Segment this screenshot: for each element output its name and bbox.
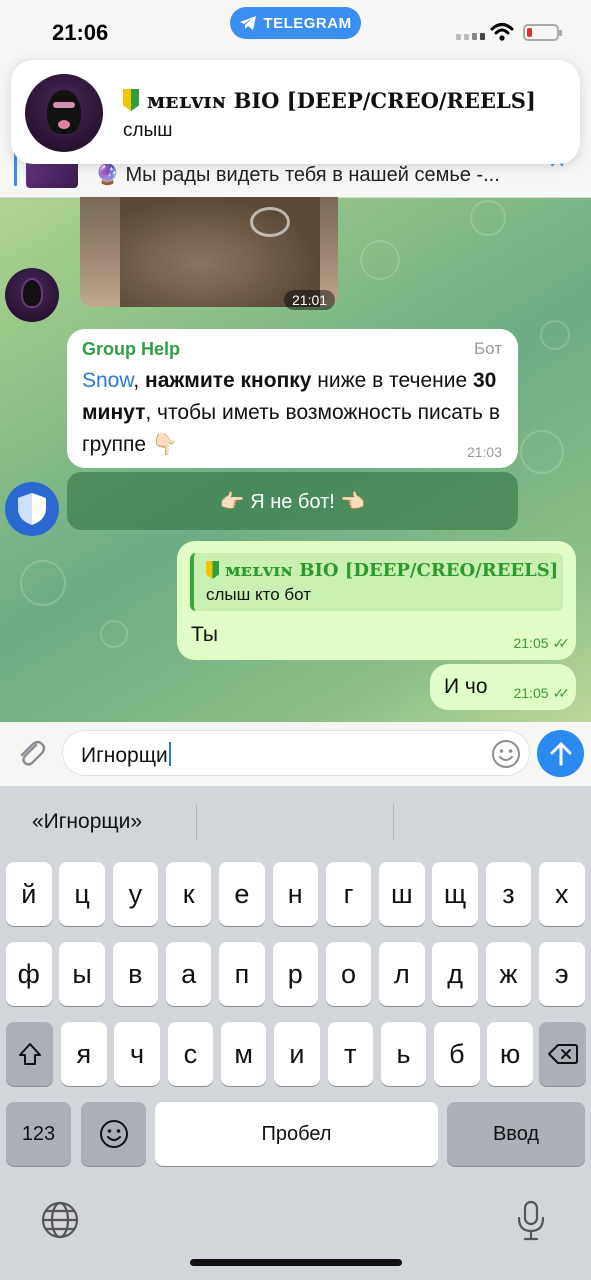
key-3-row3[interactable]: с	[167, 1022, 214, 1086]
ios-keyboard: «Игнорщи» 123 Пробел Ввод йцукенгшщзх ф ы…	[0, 786, 591, 1280]
key-7-row2[interactable]: о	[325, 942, 372, 1006]
telegram-icon	[240, 16, 257, 30]
return-key[interactable]: Ввод	[447, 1102, 585, 1166]
telegram-pill-label: TELEGRAM	[263, 14, 352, 32]
reply-quote[interactable]: ᴍᴇʟᴠɪɴ BIO [DEEP/CREO/REELS] слыш кто бо…	[190, 553, 563, 611]
key-11-row2[interactable]: э	[539, 942, 585, 1006]
beginner-badge-icon	[123, 89, 139, 111]
beginner-badge-icon	[206, 561, 219, 579]
key-6-row2[interactable]: р	[272, 942, 318, 1006]
not-a-bot-button[interactable]: 👉🏻 Я не бот! 👈🏻	[67, 472, 518, 530]
key-2-row3[interactable]: ч	[114, 1022, 160, 1086]
key-5-row1[interactable]: е	[219, 862, 265, 926]
emoji-keyboard-key[interactable]	[81, 1102, 146, 1166]
arrow-up-icon	[550, 742, 571, 765]
telegram-pill[interactable]: TELEGRAM	[230, 7, 361, 39]
backspace-key[interactable]	[539, 1022, 586, 1086]
key-3-row2[interactable]: в	[112, 942, 159, 1006]
key-7-row3[interactable]: ь	[380, 1022, 427, 1086]
paperclip-icon[interactable]	[14, 736, 48, 770]
key-9-row3[interactable]: ю	[487, 1022, 533, 1086]
key-11-row1[interactable]: х	[539, 862, 585, 926]
key-10-row2[interactable]: ж	[485, 942, 532, 1006]
message-input-value: Игнорщи	[81, 744, 168, 767]
key-7-row1[interactable]: г	[325, 862, 372, 926]
suggestion-bar: «Игнорщи»	[0, 786, 591, 858]
user-mention[interactable]: Snow	[82, 369, 133, 392]
text-caret	[168, 742, 171, 766]
key-6-row3[interactable]: т	[327, 1022, 373, 1086]
backspace-icon	[547, 1044, 578, 1064]
telegram-chat-screen: 🔮 Мы рады видеть тебя в нашей семье -...…	[0, 0, 591, 1280]
suggestion-item[interactable]: «Игнорщи»	[32, 810, 142, 834]
bot-message-bubble[interactable]: Group Help Бот Snow, нажмите кнопку ниже…	[67, 329, 518, 468]
notification-banner[interactable]: ᴍᴇʟᴠɪɴ BIO [DEEP/CREO/REELS] слыш	[11, 60, 580, 164]
key-8-row2[interactable]: л	[379, 942, 425, 1006]
key-4-row2[interactable]: а	[165, 942, 212, 1006]
key-1-row1[interactable]: й	[6, 862, 52, 926]
key-9-row1[interactable]: щ	[432, 862, 478, 926]
bot-sender-name[interactable]: Group Help	[82, 339, 180, 360]
battery-icon	[523, 24, 562, 41]
status-time: 21:06	[52, 20, 109, 45]
read-check-icon: ✓✓	[552, 635, 571, 651]
numbers-key[interactable]: 123	[6, 1102, 71, 1166]
key-5-row3[interactable]: и	[274, 1022, 320, 1086]
message-input[interactable]: Игнорщи	[62, 730, 530, 776]
notification-title: ᴍᴇʟᴠɪɴ BIO [DEEP/CREO/REELS]	[123, 88, 536, 113]
shift-icon	[18, 1043, 41, 1065]
globe-icon[interactable]	[40, 1200, 80, 1240]
home-indicator	[190, 1259, 402, 1266]
key-4-row3[interactable]: м	[220, 1022, 267, 1086]
reply-sender: ᴍᴇʟᴠɪɴ BIO [DEEP/CREO/REELS]	[206, 560, 558, 581]
outgoing-message-bubble[interactable]: И чо 21:05 ✓✓	[430, 664, 576, 710]
message-timestamp: 21:05 ✓✓	[513, 685, 571, 701]
key-10-row1[interactable]: з	[485, 862, 532, 926]
read-check-icon: ✓✓	[552, 685, 571, 701]
outgoing-message-bubble[interactable]: ᴍᴇʟᴠɪɴ BIO [DEEP/CREO/REELS] слыш кто бо…	[177, 541, 576, 660]
pinned-text: 🔮 Мы рады видеть тебя в нашей семье -...	[95, 164, 500, 186]
wifi-icon	[490, 23, 514, 41]
microphone-icon[interactable]	[516, 1200, 546, 1242]
notification-sender: ᴍᴇʟᴠɪɴ BIO [DEEP/CREO/REELS]	[147, 88, 536, 113]
key-2-row1[interactable]: ц	[59, 862, 105, 926]
shift-key[interactable]	[6, 1022, 53, 1086]
space-key[interactable]: Пробел	[155, 1102, 438, 1166]
key-8-row3[interactable]: б	[434, 1022, 480, 1086]
shield-icon	[18, 493, 46, 525]
emoji-icon	[99, 1120, 128, 1148]
notification-body: слыш	[123, 120, 173, 141]
avatar[interactable]	[5, 268, 59, 322]
bot-message-timestamp: 21:03	[466, 444, 502, 460]
cellular-signal-icon	[456, 33, 485, 40]
key-8-row1[interactable]: ш	[379, 862, 425, 926]
key-3-row1[interactable]: у	[112, 862, 159, 926]
key-6-row1[interactable]: н	[272, 862, 318, 926]
message-text: И чо	[444, 675, 488, 698]
avatar[interactable]	[5, 482, 59, 536]
key-9-row2[interactable]: д	[432, 942, 478, 1006]
send-button[interactable]	[537, 730, 584, 777]
reply-text: слыш кто бот	[206, 585, 312, 604]
key-1-row3[interactable]: я	[61, 1022, 107, 1086]
avatar	[25, 74, 103, 152]
key-2-row2[interactable]: ы	[59, 942, 105, 1006]
message-composer: Игнорщи	[0, 722, 591, 786]
bot-badge: Бот	[473, 339, 502, 358]
key-4-row1[interactable]: к	[165, 862, 212, 926]
message-timestamp: 21:05 ✓✓	[513, 635, 571, 651]
emoji-icon[interactable]	[491, 739, 521, 769]
photo-timestamp: 21:01	[284, 290, 336, 310]
status-bar: 21:06 TELEGRAM	[0, 0, 591, 60]
message-text: Ты	[191, 623, 218, 646]
key-1-row2[interactable]: ф	[6, 942, 52, 1006]
bot-message-text: Snow, нажмите кнопку ниже в течение 30 м…	[82, 369, 500, 456]
key-5-row2[interactable]: п	[219, 942, 265, 1006]
